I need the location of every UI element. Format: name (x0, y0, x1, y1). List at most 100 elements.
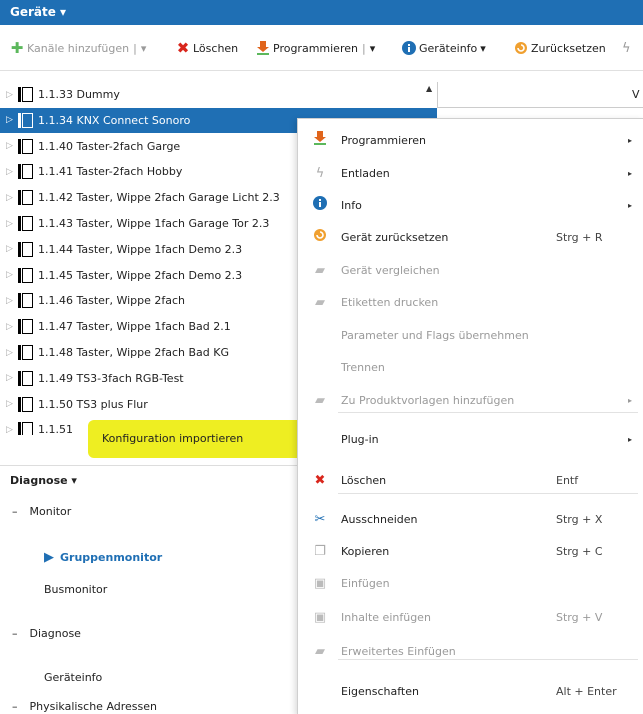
device-label: 1.1.41 Taster-2fach Hobby (38, 165, 183, 179)
device-icon (18, 422, 33, 435)
plus-icon: ✚ (10, 39, 24, 57)
menu-item-parameter-und-flags-bernehmen[interactable]: Parameter und Flags übernehmen (298, 319, 643, 351)
program-button[interactable]: Programmieren | ▾ (256, 41, 375, 55)
monitor-label: Monitor (29, 504, 72, 518)
toolbar: ✚ Kanäle hinzufügen | ▾ ✖ Löschen Progra… (0, 25, 643, 71)
unload-icon[interactable]: ϟ (622, 41, 631, 56)
expand-triangle-icon[interactable]: ▷ (6, 348, 18, 358)
expand-triangle-icon[interactable]: ▷ (6, 115, 18, 125)
menu-item-info[interactable]: Info ▸ (298, 189, 643, 221)
info-icon (312, 196, 328, 214)
device-label: 1.1.48 Taster, Wippe 2fach Bad KG (38, 346, 230, 359)
product-template-icon: ▰ (315, 392, 325, 408)
device-label: 1.1.42 Taster, Wippe 2fach Garage Licht … (38, 191, 280, 205)
menu-item-label: Kopieren (341, 544, 390, 558)
menu-item-shortcut: Strg + V (556, 610, 603, 624)
chevron-down-icon[interactable]: ▾ (370, 42, 376, 55)
expand-triangle-icon[interactable]: ▷ (6, 270, 18, 280)
menu-item-shortcut: Strg + R (556, 230, 603, 244)
menu-item-label: Etiketten drucken (341, 295, 439, 309)
menu-item-ger-t-zur-cksetzen[interactable]: Gerät zurücksetzen Strg + R (298, 221, 643, 253)
collapse-icon[interactable]: – (12, 700, 18, 713)
device-label: 1.1.50 TS3 plus Flur (38, 397, 148, 411)
device-icon (18, 293, 33, 309)
menu-separator (338, 659, 638, 660)
device-icon (18, 190, 33, 206)
device-info-item[interactable]: Geräteinfo (0, 661, 300, 693)
device-icon (18, 216, 33, 231)
expand-triangle-icon[interactable]: ▷ (6, 244, 18, 254)
device-icon (18, 345, 33, 360)
device-label: 1.1.40 Taster-2fach Garge (38, 139, 181, 153)
device-label: 1.1.47 Taster, Wippe 1fach Bad 2.1 (38, 320, 231, 334)
submenu-arrow-icon: ▸ (628, 434, 633, 444)
group-monitor-item[interactable]: ▶ Gruppenmonitor (0, 541, 300, 573)
expand-triangle-icon[interactable]: ▷ (6, 141, 18, 151)
device-icon (18, 241, 33, 257)
diagnose-label: Diagnose (29, 626, 81, 640)
group-monitor-label: Gruppenmonitor (60, 550, 163, 564)
delete-x-icon: ✖ (314, 472, 326, 488)
submenu-arrow-icon: ▸ (628, 395, 633, 405)
paste-content-icon: ▣ (313, 609, 327, 625)
phys-addr-item[interactable]: – Physikalische Adressen (0, 691, 300, 713)
diagnose-panel-header[interactable]: Diagnose ▾ (0, 465, 300, 494)
chevron-down-icon[interactable]: ▾ (480, 42, 486, 55)
device-icon (18, 370, 33, 386)
menu-item-ger-t-vergleichen[interactable]: ▰ Gerät vergleichen (298, 254, 643, 286)
scroll-up-icon[interactable]: ▲ (426, 84, 435, 93)
context-menu: Programmieren ▸ ϟ Entladen ▸ Info ▸ Gerät zurüc… (297, 118, 643, 714)
menu-item-programmieren[interactable]: Programmieren ▸ (298, 124, 643, 156)
menu-item-l-schen[interactable]: ✖ Löschen Entf (298, 464, 643, 496)
menu-item-label: Löschen (341, 473, 387, 487)
menu-item-label: Zu Produktvorlagen hinzufügen (341, 393, 515, 407)
monitor-section[interactable]: – Monitor (0, 495, 300, 527)
delete-button[interactable]: ✖ Löschen (176, 41, 238, 56)
submenu-arrow-icon: ▸ (628, 168, 633, 178)
import-config-item[interactable]: Konfiguration importieren (102, 432, 243, 445)
expand-triangle-icon[interactable]: ▷ (6, 219, 18, 229)
menu-item-ausschneiden[interactable]: ✂ Ausschneiden Strg + X (298, 503, 643, 535)
expand-triangle-icon[interactable]: ▷ (6, 90, 18, 100)
expand-triangle-icon[interactable]: ▷ (6, 322, 18, 332)
menu-item-label: Entladen (341, 166, 390, 180)
device-info-button[interactable]: Geräteinfo ▾ (402, 41, 486, 55)
collapse-icon[interactable]: – (12, 627, 18, 640)
menu-item-eigenschaften[interactable]: Eigenschaften Alt + Enter (298, 675, 643, 707)
add-channels-button[interactable]: ✚ Kanäle hinzufügen | ▾ (10, 39, 147, 57)
menu-item-einf-gen[interactable]: ▣ Einfügen (298, 567, 643, 599)
expand-triangle-icon[interactable]: ▷ (6, 167, 18, 177)
menu-item-erweitertes-einf-gen[interactable]: ▰ Erweitertes Einfügen (298, 635, 643, 667)
menu-item-label: Programmieren (341, 133, 426, 147)
expand-triangle-icon[interactable]: ▷ (6, 373, 18, 383)
menu-item-label: Trennen (341, 360, 385, 374)
program-icon (312, 131, 328, 149)
expand-triangle-icon[interactable]: ▷ (6, 399, 18, 409)
expand-triangle-icon[interactable]: ▷ (6, 425, 18, 435)
device-icon (18, 267, 33, 283)
diagnose-section[interactable]: – Diagnose (0, 617, 300, 649)
reset-button[interactable]: Zurücksetzen (514, 41, 606, 55)
menu-item-inhalte-einf-gen[interactable]: ▣ Inhalte einfügen Strg + V (298, 601, 643, 633)
collapse-icon[interactable]: – (12, 505, 18, 518)
device-label: 1.1.33 Dummy (38, 88, 120, 101)
menu-item-kopieren[interactable]: ❐ Kopieren Strg + C (298, 535, 643, 567)
expand-triangle-icon[interactable]: ▷ (6, 296, 18, 306)
menu-item-entladen[interactable]: ϟ Entladen ▸ (298, 157, 643, 189)
scissors-icon: ✂ (314, 511, 326, 527)
chevron-down-icon[interactable]: ▾ (141, 42, 147, 55)
menu-item-etiketten-drucken[interactable]: ▰ Etiketten drucken (298, 286, 643, 318)
expand-triangle-icon[interactable]: ▷ (6, 193, 18, 203)
device-tree-row[interactable]: ▷ 1.1.33 Dummy (0, 82, 437, 107)
reset-label: Zurücksetzen (531, 41, 606, 55)
program-label: Programmieren (273, 41, 358, 55)
bus-monitor-item[interactable]: Busmonitor (0, 573, 300, 605)
menu-item-trennen[interactable]: Trennen (298, 351, 643, 383)
submenu-arrow-icon: ▸ (628, 200, 633, 210)
devices-panel-header[interactable]: Geräte ▾ (0, 0, 643, 25)
bus-monitor-label: Busmonitor (44, 582, 108, 596)
compare-icon: ▰ (315, 262, 325, 278)
copy-icon: ❐ (314, 543, 326, 559)
play-icon: ▶ (44, 549, 54, 565)
menu-item-plug-in[interactable]: Plug-in ▸ (298, 423, 643, 455)
